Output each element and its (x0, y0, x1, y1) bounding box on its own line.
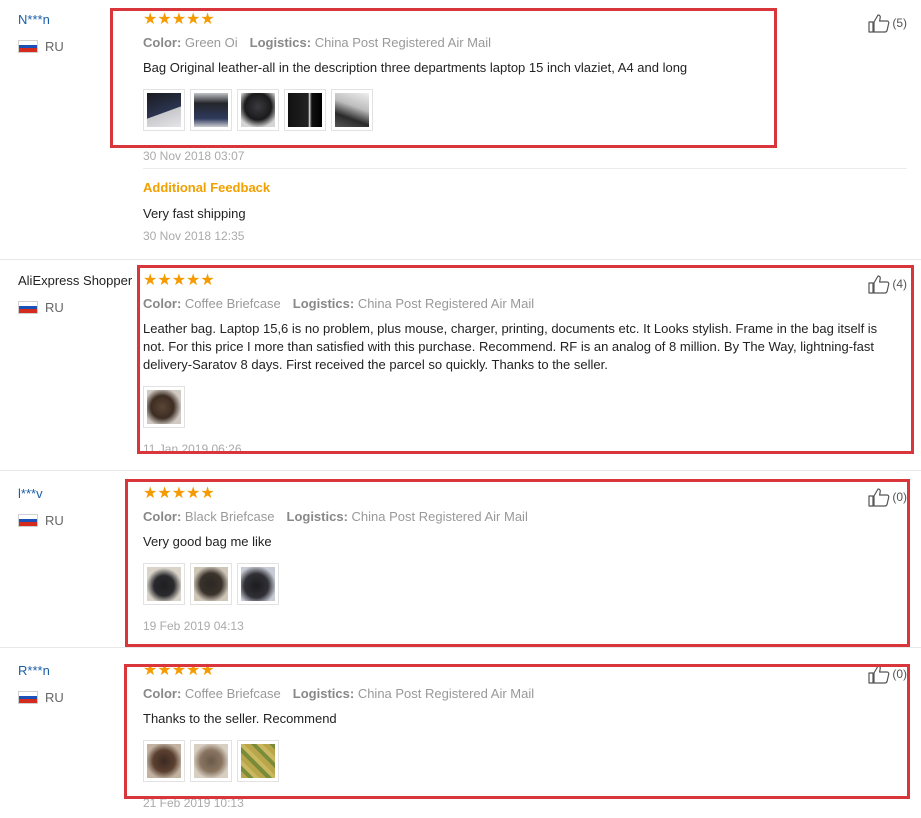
review-item: R***n RU (0) ★★★★★ Color: Coffee Briefca… (0, 648, 921, 818)
country-code: RU (45, 513, 64, 528)
review-photo[interactable] (284, 89, 326, 131)
review-photo[interactable] (143, 563, 185, 605)
russia-flag-icon (18, 301, 38, 314)
buyer-country: RU (18, 513, 64, 528)
review-photo[interactable] (190, 740, 232, 782)
buyer-name: AliExpress Shopper (18, 273, 133, 288)
review-text: Thanks to the seller. Recommend (143, 711, 337, 726)
logistics-label: Logistics: (249, 35, 312, 50)
review-item: AliExpress Shopper RU (4) ★★★★★ Color: C… (0, 260, 921, 471)
star-rating: ★★★★★ (143, 272, 215, 289)
review-photos (143, 89, 901, 131)
color-label: Color: (143, 35, 182, 50)
review-photo[interactable] (190, 89, 232, 131)
star-rating: ★★★★★ (143, 485, 215, 502)
color-label: Color: (143, 296, 182, 311)
review-photo[interactable] (237, 563, 279, 605)
star-rating: ★★★★★ (143, 662, 215, 679)
country-code: RU (45, 690, 64, 705)
buyer-name-link[interactable]: N***n (18, 12, 50, 27)
color-value: Coffee Briefcase (184, 686, 281, 701)
review-meta: Color: Green Oi Logistics: China Post Reg… (143, 35, 901, 51)
buyer-country: RU (18, 690, 64, 705)
review-date: 11 Jan 2019 06:26 (143, 442, 242, 456)
logistics-label: Logistics: (286, 509, 348, 524)
country-code: RU (45, 39, 64, 54)
divider (143, 168, 907, 169)
color-value: Coffee Briefcase (184, 296, 281, 311)
review-date: 21 Feb 2019 10:13 (143, 796, 244, 810)
review-photo[interactable] (143, 386, 185, 428)
logistics-value: China Post Registered Air Mail (351, 509, 528, 524)
russia-flag-icon (18, 40, 38, 53)
review-photo[interactable] (190, 563, 232, 605)
russia-flag-icon (18, 691, 38, 704)
color-value: Green Oi (184, 35, 238, 50)
buyer-name-link[interactable]: l***v (18, 486, 43, 501)
buyer-name-link[interactable]: R***n (18, 663, 50, 678)
review-photos (143, 740, 901, 782)
review-item: l***v RU (0) ★★★★★ Color: Black Briefcas… (0, 471, 921, 648)
review-text: Bag Original leather-all in the descript… (143, 60, 688, 75)
review-meta: Color: Coffee Briefcase Logistics: China … (143, 686, 901, 702)
country-code: RU (45, 300, 64, 315)
logistics-label: Logistics: (292, 296, 355, 311)
review-date: 19 Feb 2019 04:13 (143, 619, 244, 633)
review-photo[interactable] (143, 89, 185, 131)
buyer-country: RU (18, 300, 64, 315)
color-label: Color: (143, 686, 182, 701)
review-text: Very good bag me like (143, 534, 272, 549)
review-photos (143, 563, 901, 605)
review-photo[interactable] (237, 740, 279, 782)
logistics-value: China Post Registered Air Mail (357, 296, 535, 311)
color-value: Black Briefcase (184, 509, 275, 524)
review-date: 30 Nov 2018 03:07 (143, 149, 245, 163)
review-meta: Color: Black Briefcase Logistics: China P… (143, 509, 901, 525)
review-photo[interactable] (331, 89, 373, 131)
color-label: Color: (143, 509, 182, 524)
logistics-label: Logistics: (292, 686, 355, 701)
buyer-country: RU (18, 39, 64, 54)
logistics-value: China Post Registered Air Mail (357, 686, 535, 701)
review-text: Leather bag. Laptop 15,6 is no problem, … (143, 321, 878, 372)
additional-feedback-text: Very fast shipping (143, 206, 246, 221)
star-rating: ★★★★★ (143, 11, 215, 28)
additional-feedback-label: Additional Feedback (143, 180, 271, 195)
review-meta: Color: Coffee Briefcase Logistics: China … (143, 296, 901, 312)
review-photos (143, 386, 901, 428)
review-item: N***n RU (5) ★★★★★ Color: Green Oi Logist… (0, 0, 921, 260)
additional-feedback-date: 30 Nov 2018 12:35 (143, 229, 245, 243)
russia-flag-icon (18, 514, 38, 527)
review-photo[interactable] (143, 740, 185, 782)
logistics-value: China Post Registered Air Mail (314, 35, 491, 50)
review-photo[interactable] (237, 89, 279, 131)
